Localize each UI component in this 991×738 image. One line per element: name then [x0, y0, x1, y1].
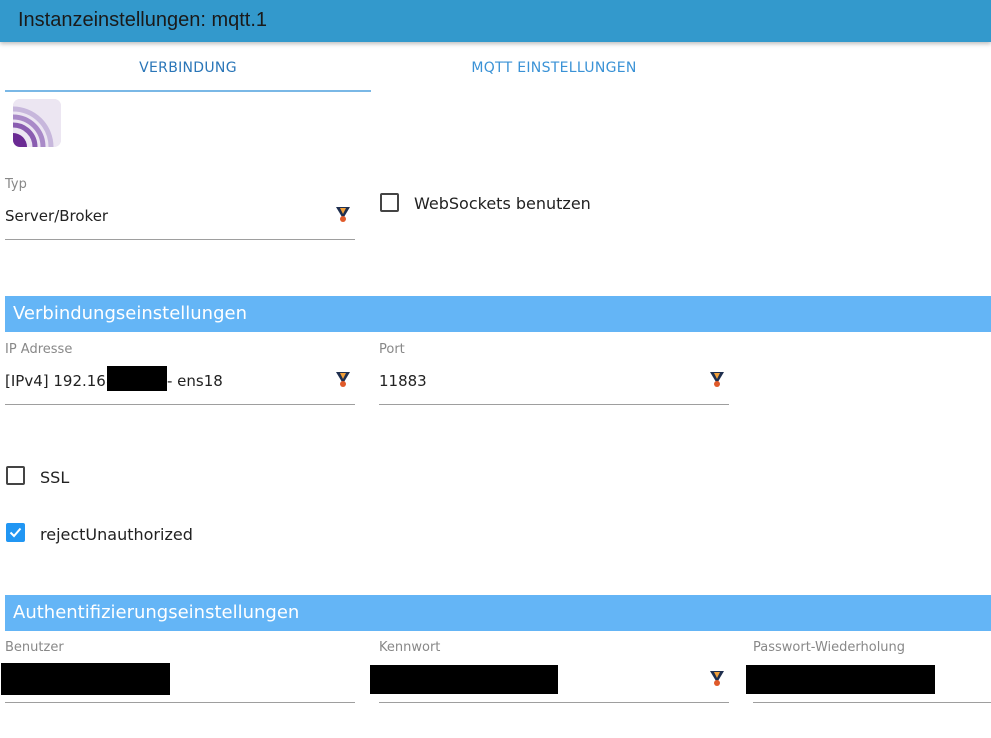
ip-value-suffix: - ens18: [167, 372, 223, 390]
port-value: 11883: [379, 372, 427, 390]
checkmark-icon: [9, 527, 22, 538]
iobroker-icon: [710, 372, 724, 387]
reject-unauthorized-label: rejectUnauthorized: [40, 525, 193, 544]
iobroker-icon: [336, 372, 350, 387]
section-title-auth: Authentifizierungseinstellungen: [13, 602, 300, 623]
user-underline: [5, 702, 355, 703]
ssl-label: SSL: [40, 468, 70, 487]
websockets-label: WebSockets benutzen: [414, 194, 591, 213]
password-underline: [379, 702, 729, 703]
redaction-block: [1, 663, 170, 695]
type-value: Server/Broker: [5, 207, 109, 225]
iobroker-icon: [710, 671, 724, 686]
ip-underline: [5, 404, 355, 405]
redaction-block: [107, 366, 167, 391]
websockets-checkbox[interactable]: [380, 193, 399, 212]
section-title-connection: Verbindungseinstellungen: [13, 303, 247, 324]
password-label: Kennwort: [379, 640, 441, 655]
redaction-block: [746, 665, 935, 694]
password-repeat-input[interactable]: [746, 662, 991, 703]
user-label: Benutzer: [5, 640, 64, 655]
type-underline: [5, 239, 355, 240]
section-header-auth: Authentifizierungseinstellungen: [5, 595, 991, 631]
ip-select[interactable]: [IPv4] 192.168. - ens18: [5, 365, 355, 405]
ip-label: IP Adresse: [5, 342, 73, 357]
password-repeat-underline: [753, 702, 991, 703]
password-input[interactable]: [370, 662, 729, 703]
tab-verbindung[interactable]: VERBINDUNG: [5, 50, 371, 92]
window-title: Instanzeinstellungen: mqtt.1: [18, 9, 268, 31]
mqtt-logo-icon: [13, 99, 61, 147]
type-label: Typ: [5, 177, 27, 192]
type-select[interactable]: Server/Broker: [5, 200, 355, 240]
password-repeat-label: Passwort-Wiederholung: [753, 640, 906, 655]
iobroker-icon: [336, 207, 350, 222]
tab-mqtt-einstellungen[interactable]: MQTT EINSTELLUNGEN: [371, 50, 737, 90]
redaction-block: [370, 665, 558, 694]
section-header-connection: Verbindungseinstellungen: [5, 296, 991, 332]
port-input[interactable]: 11883: [379, 365, 729, 405]
port-underline: [379, 404, 729, 405]
user-input[interactable]: [1, 662, 355, 703]
ssl-checkbox[interactable]: [6, 466, 25, 485]
reject-unauthorized-checkbox[interactable]: [6, 523, 25, 542]
title-bar: Instanzeinstellungen: mqtt.1: [0, 0, 991, 42]
ip-value-prefix: [IPv4] 192.168.: [5, 372, 121, 390]
port-label: Port: [379, 342, 405, 357]
